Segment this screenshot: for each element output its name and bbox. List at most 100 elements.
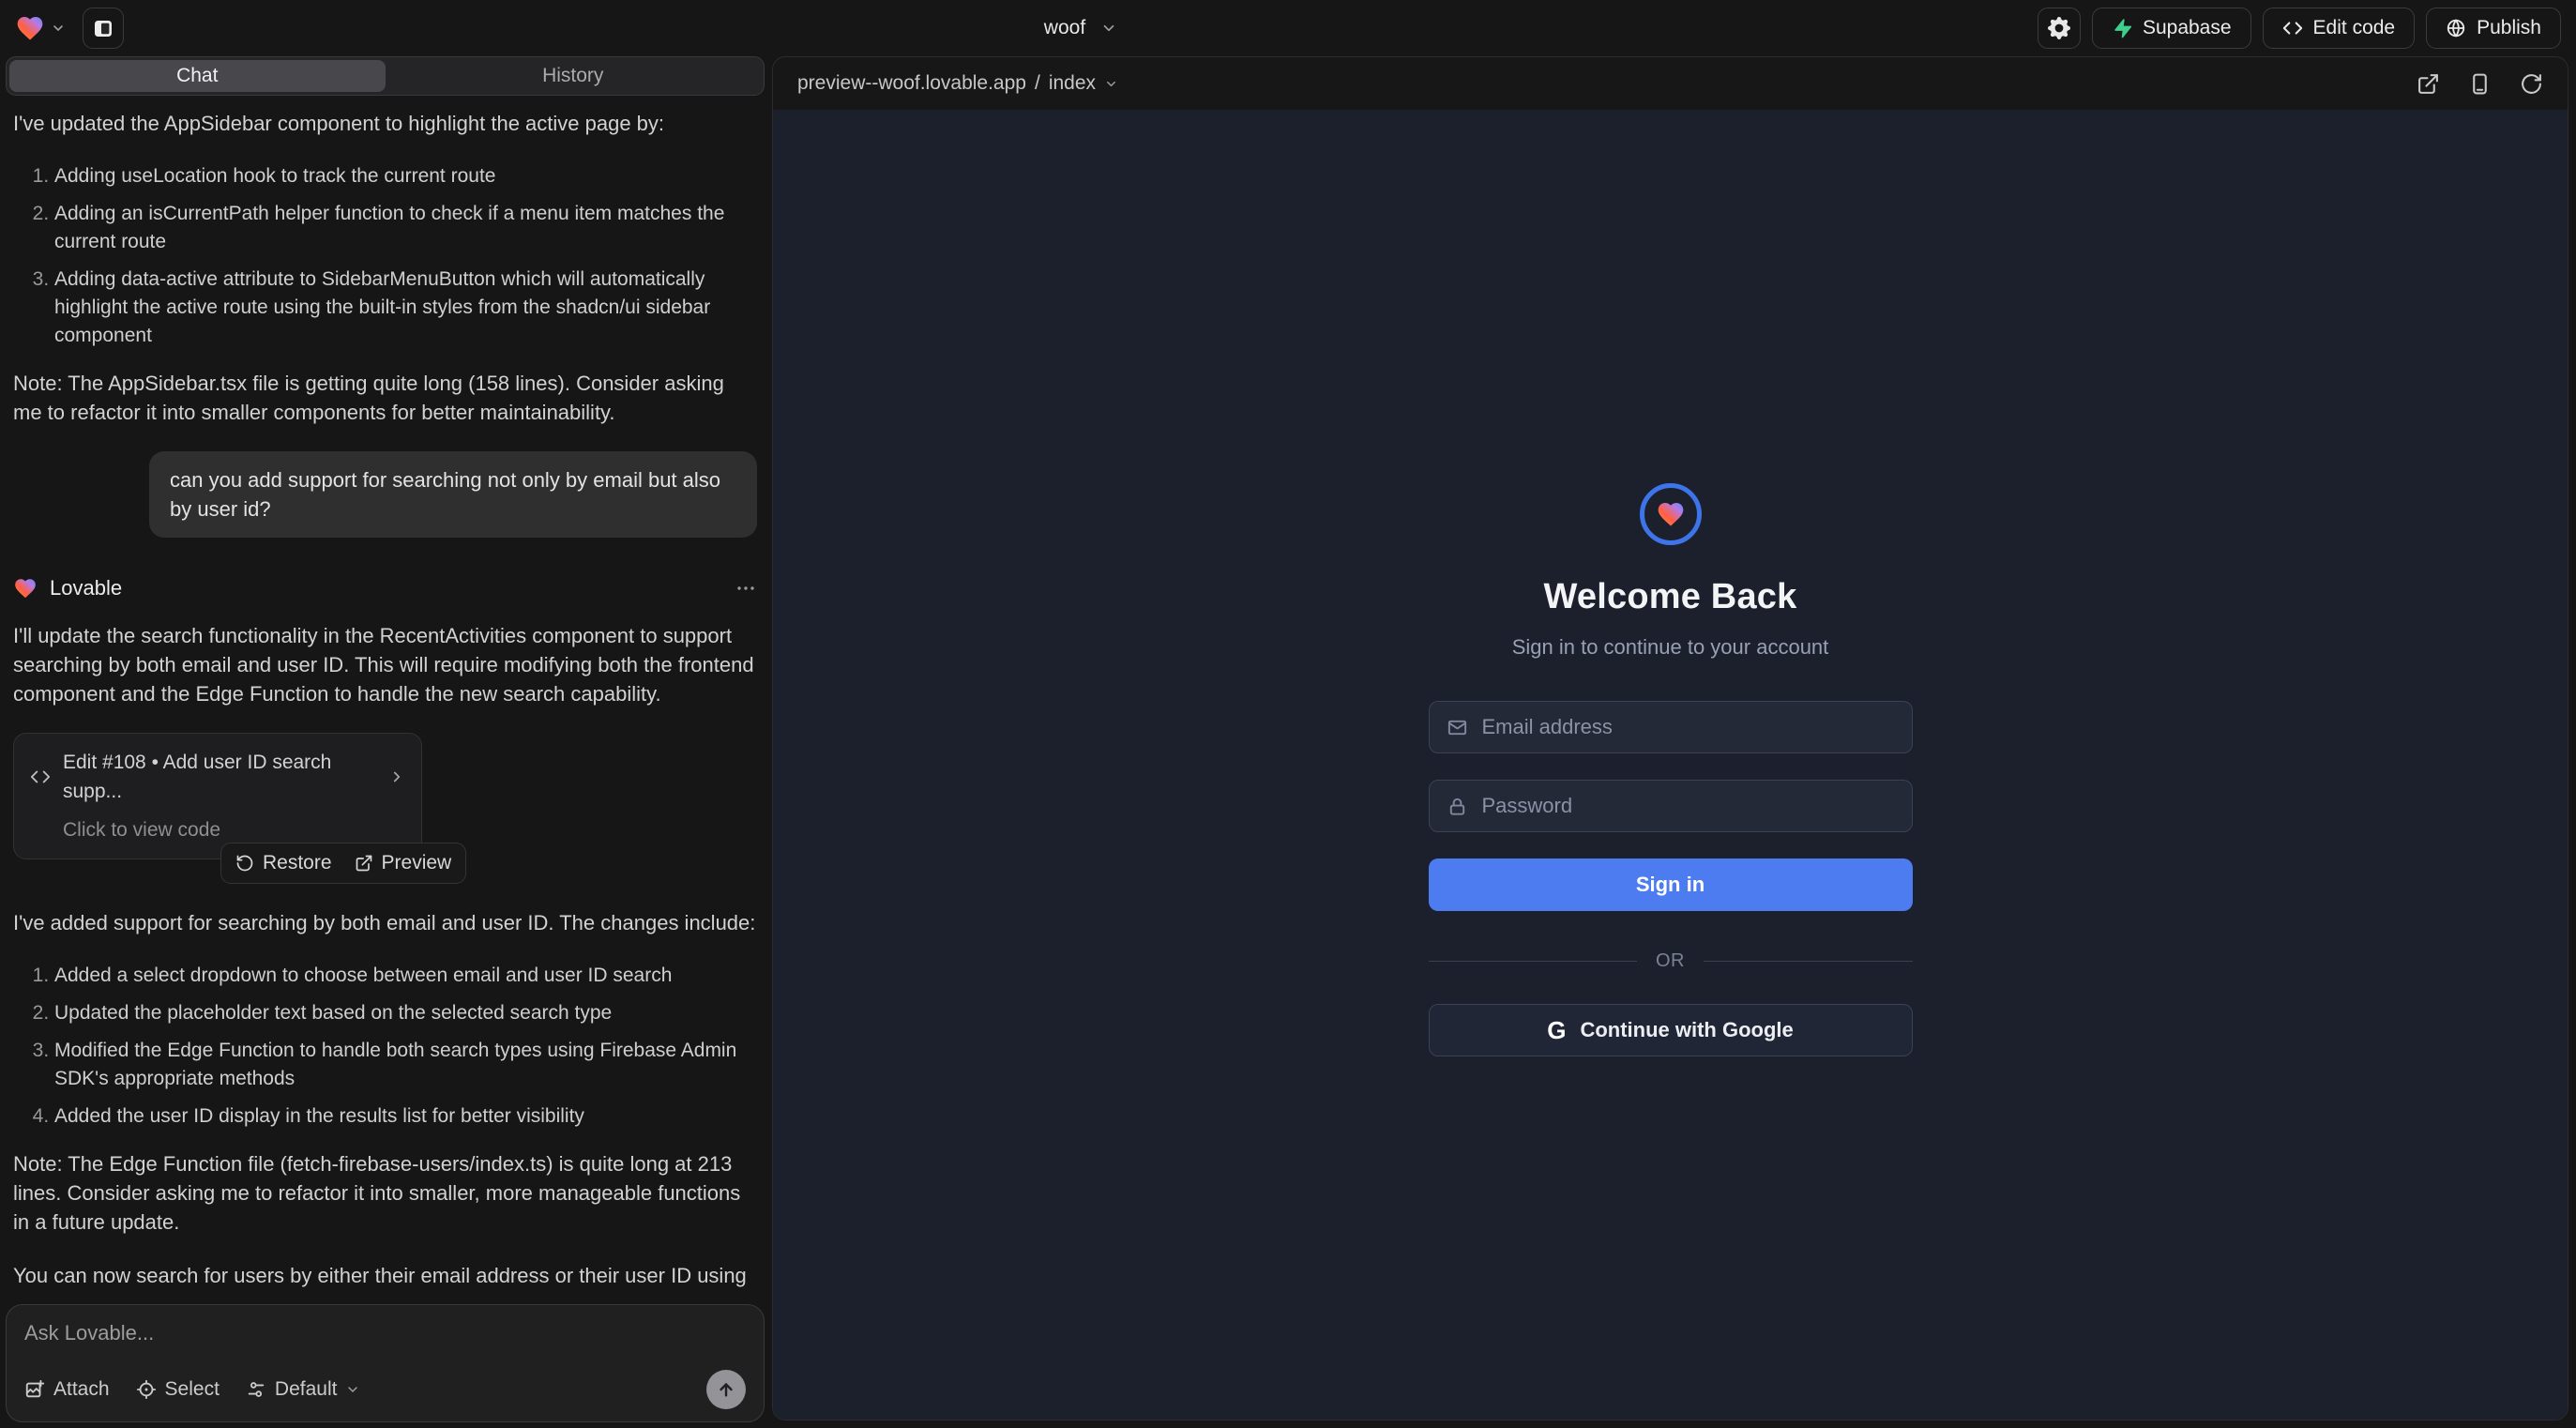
assistant-message-outro: You can now search for users by either t… (13, 1261, 757, 1295)
send-button[interactable] (706, 1370, 746, 1409)
project-name: woof (1044, 17, 1085, 39)
smartphone-icon (2468, 72, 2492, 96)
list-item: Adding data-active attribute to SidebarM… (54, 266, 757, 350)
sign-in-card: Welcome Back Sign in to continue to your… (1429, 483, 1913, 1420)
preview-toolbar: preview--woof.lovable.app / index (773, 57, 2568, 110)
google-sign-in-button[interactable]: G Continue with Google (1429, 1004, 1913, 1056)
assistant-message-list: Added a select dropdown to choose betwee… (13, 962, 757, 1131)
list-item: Adding an isCurrentPath helper function … (54, 200, 757, 256)
supabase-icon (2112, 18, 2132, 38)
model-selector-button[interactable]: Default (246, 1378, 361, 1401)
url-separator: / (1035, 72, 1040, 95)
tab-chat-label: Chat (176, 65, 218, 87)
message-menu-button[interactable] (735, 577, 757, 600)
publish-label: Publish (2477, 17, 2541, 39)
edit-card-title: Edit #108 • Add user ID search supp... (63, 748, 376, 806)
user-message-text: can you add support for searching not on… (170, 468, 720, 521)
lovable-heart-icon (13, 576, 38, 600)
chat-input[interactable] (24, 1321, 746, 1355)
image-plus-icon (24, 1379, 45, 1400)
restore-button[interactable]: Restore (235, 852, 332, 874)
google-button-label: Continue with Google (1580, 1018, 1793, 1042)
preview-url-button[interactable]: preview--woof.lovable.app / index (797, 72, 1118, 95)
preview-button[interactable]: Preview (355, 852, 452, 874)
lovable-home-menu[interactable] (15, 13, 66, 43)
preview-page: index (1049, 72, 1096, 95)
external-link-icon (2417, 72, 2440, 96)
preview-panel: preview--woof.lovable.app / index (772, 56, 2568, 1420)
external-link-icon (355, 854, 373, 873)
assistant-message-intro: I've updated the AppSidebar component to… (13, 109, 757, 138)
select-element-button[interactable]: Select (136, 1378, 220, 1401)
page-subtitle: Sign in to continue to your account (1512, 635, 1829, 660)
list-item: Added the user ID display in the results… (54, 1102, 757, 1131)
publish-button[interactable]: Publish (2426, 8, 2561, 49)
assistant-name: Lovable (50, 573, 122, 602)
open-in-new-tab-button[interactable] (2417, 72, 2440, 96)
panel-left-icon (92, 17, 114, 39)
preview-iframe: Welcome Back Sign in to continue to your… (773, 110, 2568, 1420)
edit-card[interactable]: Edit #108 • Add user ID search supp... C… (13, 733, 422, 859)
globe-icon (2446, 18, 2466, 38)
edit-code-label: Edit code (2313, 17, 2396, 39)
divider-line (1704, 961, 1913, 962)
email-input[interactable] (1482, 715, 1895, 739)
chevron-down-icon (345, 1382, 360, 1397)
chevron-down-icon (1104, 77, 1118, 91)
chat-history-tabs: Chat History (6, 56, 765, 96)
lock-icon (1447, 796, 1468, 817)
page-title: Welcome Back (1544, 577, 1797, 617)
divider-line (1429, 961, 1638, 962)
main-split: Chat History I've updated the AppSidebar… (0, 56, 2576, 1428)
restore-icon (235, 854, 254, 873)
target-icon (136, 1379, 157, 1400)
ellipsis-icon (735, 577, 757, 600)
tab-chat[interactable]: Chat (9, 60, 386, 92)
supabase-button[interactable]: Supabase (2092, 8, 2251, 49)
top-bar-left (15, 8, 124, 49)
edit-card-subtitle: Click to view code (63, 815, 405, 844)
lovable-heart-icon (15, 13, 45, 43)
edit-code-button[interactable]: Edit code (2263, 8, 2416, 49)
divider-label: OR (1656, 950, 1685, 972)
assistant-message-list: Adding useLocation hook to track the cur… (13, 162, 757, 350)
gear-icon (2048, 17, 2070, 39)
refresh-icon (2520, 72, 2543, 96)
attach-button[interactable]: Attach (24, 1378, 110, 1401)
google-icon: G (1547, 1016, 1566, 1045)
chevron-right-icon (388, 768, 405, 785)
settings-button[interactable] (2038, 8, 2081, 49)
supabase-label: Supabase (2143, 17, 2232, 39)
arrow-up-icon (716, 1379, 736, 1400)
sign-in-button[interactable]: Sign in (1429, 858, 1913, 911)
assistant-message-intro: I'll update the search functionality in … (13, 621, 757, 708)
app-logo (1640, 483, 1702, 545)
list-item: Updated the placeholder text based on th… (54, 999, 757, 1027)
refresh-button[interactable] (2520, 72, 2543, 96)
code-icon (30, 767, 51, 787)
lovable-editor: woof Supabase (0, 0, 2576, 1428)
restore-label: Restore (263, 852, 332, 874)
email-field (1429, 701, 1913, 753)
preview-toolbar-icons (2417, 72, 2543, 96)
assistant-header: Lovable (13, 573, 757, 602)
model-label: Default (275, 1378, 338, 1401)
preview-label: Preview (382, 852, 452, 874)
tab-history[interactable]: History (386, 60, 762, 92)
password-input[interactable] (1482, 794, 1895, 818)
list-item: Adding useLocation hook to track the cur… (54, 162, 757, 190)
assistant-message-summary: I've added support for searching by both… (13, 908, 757, 937)
project-switcher[interactable]: woof (133, 17, 2028, 39)
chat-composer: Attach Select Default (6, 1304, 765, 1422)
chevron-down-icon (51, 21, 66, 36)
sidebar-toggle-button[interactable] (83, 8, 124, 49)
chat-messages[interactable]: I've updated the AppSidebar component to… (6, 96, 765, 1295)
top-bar-actions: Supabase Edit code Publish (2038, 8, 2561, 49)
edit-card-title-row: Edit #108 • Add user ID search supp... (30, 748, 405, 806)
top-bar: woof Supabase (0, 0, 2576, 56)
or-divider: OR (1429, 950, 1913, 972)
select-label: Select (165, 1378, 220, 1401)
assistant-message-note: Note: The Edge Function file (fetch-fire… (13, 1149, 757, 1237)
mobile-view-button[interactable] (2468, 72, 2492, 96)
list-item: Modified the Edge Function to handle bot… (54, 1037, 757, 1093)
